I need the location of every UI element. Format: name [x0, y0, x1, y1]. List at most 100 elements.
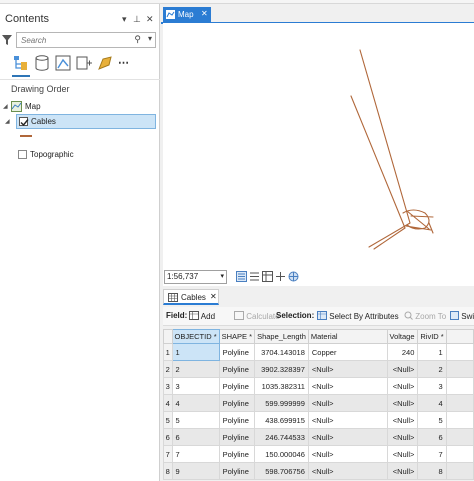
shape-length-cell[interactable]: 150.000046	[254, 445, 309, 463]
shape-length-cell[interactable]: 246.744533	[254, 428, 309, 446]
more-icon[interactable]: ⋯	[118, 56, 129, 69]
table-row[interactable]: 5 5 Polyline 438.699915 <Null> <Null> 5	[163, 411, 474, 429]
objectid-cell[interactable]: 4	[171, 394, 220, 412]
shape-length-cell[interactable]: 3902.328397	[254, 360, 309, 378]
table-row[interactable]: 1 1 Polyline 3704.143018 Copper 240 1	[163, 343, 474, 361]
column-header-objectid[interactable]: OBJECTID *	[171, 329, 220, 344]
zoom-to-button[interactable]: Zoom To	[404, 311, 446, 321]
filter-icon[interactable]	[2, 34, 12, 46]
rivid-cell[interactable]: 4	[417, 394, 447, 412]
shape-cell[interactable]: Polyline	[218, 428, 256, 446]
list-by-editing-icon[interactable]	[75, 54, 93, 72]
voltage-cell[interactable]: <Null>	[386, 394, 419, 412]
column-header-rivid[interactable]: RivID *	[417, 329, 447, 344]
search-icon[interactable]: ⚲	[134, 34, 141, 45]
select-by-attributes-button[interactable]: Select By Attributes	[317, 311, 399, 321]
add-field-button[interactable]: Add	[189, 311, 215, 321]
switch-selection-button[interactable]: Swi	[450, 311, 474, 321]
list-by-snapping-icon[interactable]	[96, 54, 114, 72]
close-icon[interactable]: ✕	[146, 14, 154, 25]
material-cell[interactable]: <Null>	[307, 411, 388, 429]
expand-arrow-icon[interactable]: ◢	[5, 118, 10, 125]
table-row[interactable]: 4 4 Polyline 599.999999 <Null> <Null> 4	[163, 394, 474, 412]
tree-item-cables[interactable]: ◢ Cables	[5, 114, 156, 129]
table-row[interactable]: 2 2 Polyline 3902.328397 <Null> <Null> 2	[163, 360, 474, 378]
objectid-cell[interactable]: 5	[171, 411, 220, 429]
list-by-drawing-order-icon[interactable]	[12, 54, 30, 72]
column-header-shape-length[interactable]: Shape_Length	[254, 329, 309, 344]
table-row[interactable]: 8 9 Polyline 598.706756 <Null> <Null> 8	[163, 462, 474, 480]
cables-symbol-swatch[interactable]	[20, 135, 32, 137]
navigation-icon[interactable]	[288, 271, 299, 282]
shape-cell[interactable]: Polyline	[218, 360, 256, 378]
shape-cell[interactable]: Polyline	[218, 411, 256, 429]
material-cell[interactable]: <Null>	[307, 428, 388, 446]
chevron-down-icon[interactable]: ▾	[220, 272, 224, 280]
objectid-cell[interactable]: 3	[171, 377, 220, 395]
fixed-scale-icon[interactable]	[236, 271, 247, 282]
crosshair-icon[interactable]	[275, 271, 286, 282]
voltage-cell[interactable]: <Null>	[386, 428, 419, 446]
table-row[interactable]: 3 3 Polyline 1035.382311 <Null> <Null> 3	[163, 377, 474, 395]
list-by-source-icon[interactable]	[33, 54, 51, 72]
material-cell[interactable]: <Null>	[307, 377, 388, 395]
table-row[interactable]: 7 7 Polyline 150.000046 <Null> <Null> 7	[163, 445, 474, 463]
shape-length-cell[interactable]: 598.706756	[254, 462, 309, 480]
voltage-cell[interactable]: <Null>	[386, 411, 419, 429]
column-header-shape[interactable]: SHAPE *	[218, 329, 256, 344]
objectid-cell[interactable]: 7	[171, 445, 220, 463]
rivid-cell[interactable]: 8	[417, 462, 447, 480]
search-input[interactable]	[17, 33, 122, 47]
chevron-down-icon[interactable]: ▾	[148, 34, 152, 43]
rivid-cell[interactable]: 7	[417, 445, 447, 463]
objectid-cell[interactable]: 6	[171, 428, 220, 446]
map-canvas[interactable]	[163, 23, 474, 268]
layer-checkbox-icon[interactable]	[18, 150, 27, 159]
table-view-icon[interactable]	[262, 271, 273, 282]
table-row[interactable]: 6 6 Polyline 246.744533 <Null> <Null> 6	[163, 428, 474, 446]
rivid-cell[interactable]: 5	[417, 411, 447, 429]
expand-arrow-icon[interactable]: ◢	[3, 103, 8, 110]
material-cell[interactable]: <Null>	[307, 360, 388, 378]
material-cell[interactable]: <Null>	[307, 462, 388, 480]
rivid-cell[interactable]: 2	[417, 360, 447, 378]
layer-checkbox-icon[interactable]	[19, 117, 29, 127]
material-cell[interactable]: <Null>	[307, 394, 388, 412]
voltage-cell[interactable]: <Null>	[386, 445, 419, 463]
shape-length-cell[interactable]: 1035.382311	[254, 377, 309, 395]
rivid-cell[interactable]: 3	[417, 377, 447, 395]
voltage-cell[interactable]: <Null>	[386, 377, 419, 395]
tree-item-topographic[interactable]: Topographic	[16, 148, 156, 163]
pin-icon[interactable]: ⊥	[133, 14, 141, 25]
shape-cell[interactable]: Polyline	[218, 343, 256, 361]
voltage-cell[interactable]: <Null>	[386, 360, 419, 378]
column-header-voltage[interactable]: Voltage	[386, 329, 419, 344]
objectid-cell[interactable]: 2	[171, 360, 220, 378]
search-box[interactable]: ⚲ ▾	[16, 32, 156, 48]
voltage-cell[interactable]: <Null>	[386, 462, 419, 480]
shape-cell[interactable]: Polyline	[218, 377, 256, 395]
tree-item-map[interactable]: ◢ Map	[2, 100, 152, 115]
grid-icon[interactable]	[249, 271, 260, 282]
objectid-cell[interactable]: 9	[171, 462, 220, 480]
close-tab-icon[interactable]: ✕	[201, 9, 208, 18]
tab-cables[interactable]: Cables ✕	[163, 289, 219, 305]
scale-selector[interactable]: 1:56,737 ▾	[164, 270, 227, 284]
material-cell[interactable]: <Null>	[307, 445, 388, 463]
shape-cell[interactable]: Polyline	[218, 445, 256, 463]
pane-options-icon[interactable]: ▾	[122, 14, 127, 25]
shape-length-cell[interactable]: 599.999999	[254, 394, 309, 412]
shape-length-cell[interactable]: 438.699915	[254, 411, 309, 429]
column-header-material[interactable]: Material	[307, 329, 388, 344]
material-cell[interactable]: Copper	[307, 343, 388, 361]
tab-map[interactable]: Map ✕	[163, 7, 211, 22]
voltage-cell[interactable]: 240	[386, 343, 419, 361]
rivid-cell[interactable]: 1	[417, 343, 447, 361]
shape-cell[interactable]: Polyline	[218, 394, 256, 412]
objectid-cell[interactable]: 1	[171, 343, 220, 361]
list-by-selection-icon[interactable]	[54, 54, 72, 72]
shape-cell[interactable]: Polyline	[218, 462, 256, 480]
rivid-cell[interactable]: 6	[417, 428, 447, 446]
shape-length-cell[interactable]: 3704.143018	[254, 343, 309, 361]
calculate-button[interactable]: Calculate	[234, 311, 280, 321]
